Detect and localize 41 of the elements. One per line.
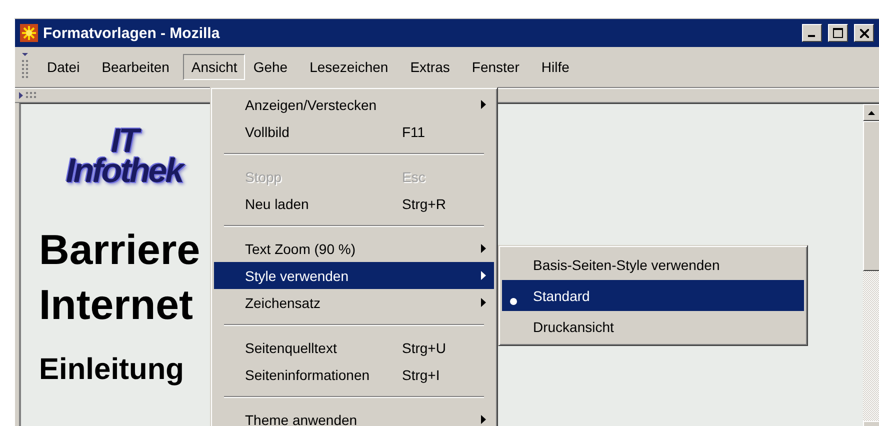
menu-item-label: Seiteninformationen (245, 366, 371, 382)
window-title: Formatvorlagen - Mozilla (43, 24, 221, 42)
menu-item[interactable]: Druckansicht (502, 311, 804, 342)
page-heading: Internet (39, 280, 194, 330)
menu-item[interactable]: Seitenquelltext Strg+U (214, 334, 494, 361)
menu-bar-item[interactable]: Bearbeiten (94, 54, 178, 80)
menu-bar-item[interactable]: Hilfe (533, 54, 578, 80)
menu-item-label: Vollbild (245, 124, 290, 140)
menu-bar-item[interactable]: Ansicht (183, 54, 246, 80)
menu-item[interactable]: Basis-Seiten-Style verwenden (502, 249, 804, 280)
menu-item[interactable]: Zeichensatz (214, 289, 494, 316)
menu-item-label: Standard (533, 288, 591, 304)
menu-item[interactable]: Neu laden Strg+R (214, 190, 494, 217)
menu-item-label: Seitenquelltext (245, 340, 338, 356)
shortcut-label: F11 (402, 124, 426, 140)
menu-item-label: Anzeigen/Verstecken (245, 96, 378, 112)
page-heading: Barriere (39, 225, 200, 275)
shortcut-label: Strg+I (402, 366, 441, 382)
menu-item-label: Theme anwenden (245, 412, 358, 426)
menu-item-label: Style verwenden (245, 268, 350, 284)
menu-item[interactable]: Seiteninformationen Strg+I (214, 361, 494, 388)
menu-bar-item[interactable]: Extras (402, 54, 458, 80)
menu-item-label: Neu laden (245, 196, 310, 212)
menu-bar-item[interactable]: Lesezeichen (302, 54, 396, 80)
shortcut-label: Strg+U (402, 340, 447, 356)
menu-bar-item[interactable]: Fenster (464, 54, 528, 80)
page-heading: Einleitung (39, 352, 184, 388)
menu-item-label: Text Zoom (90 %) (245, 240, 356, 256)
menu-item-label: Druckansicht (533, 318, 615, 334)
menu-item[interactable]: Anzeigen/Verstecken (214, 91, 494, 118)
menu-item[interactable]: Text Zoom (90 %) (214, 235, 494, 262)
menu-item-label: Basis-Seiten-Style verwenden (533, 256, 721, 272)
menu-bar-item[interactable]: Datei (39, 54, 88, 80)
shortcut-label: Strg+R (402, 196, 447, 212)
menu-item[interactable]: Vollbild F11 (214, 118, 494, 145)
menu-item-label: Zeichensatz (245, 294, 322, 310)
menu-item[interactable]: Standard (502, 280, 804, 311)
logo: IT Infothek (64, 126, 186, 186)
menu-item[interactable]: Style verwenden (214, 262, 494, 289)
menu-bar-item[interactable]: Gehe (245, 54, 296, 80)
menu-item[interactable]: Theme anwenden (214, 406, 494, 426)
